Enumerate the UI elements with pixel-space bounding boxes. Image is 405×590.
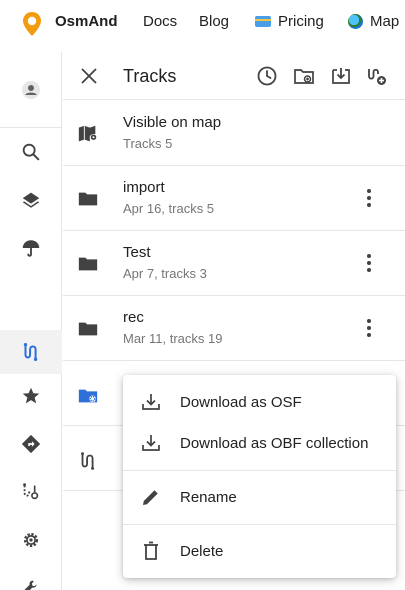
more-options-icon[interactable] <box>359 251 379 275</box>
account-icon <box>22 81 40 99</box>
folder-icon <box>78 322 98 336</box>
close-icon[interactable] <box>77 64 101 88</box>
sidebar-item-navigation[interactable] <box>0 422 62 466</box>
sidebar-account-button[interactable] <box>0 68 62 112</box>
list-item-title: import <box>123 179 165 196</box>
sidebar-item-weather[interactable] <box>0 226 62 270</box>
list-item-folder-rec[interactable]: rec Mar 11, tracks 19 <box>63 296 405 361</box>
favorites-star-icon <box>22 387 40 404</box>
sidebar-item-layers[interactable] <box>0 178 62 222</box>
sidebar-item-favorites[interactable] <box>0 374 62 418</box>
list-item-subtitle: Tracks 5 <box>123 136 173 151</box>
tracks-route-icon <box>23 343 38 361</box>
map-visible-icon <box>78 125 98 142</box>
folder-add-icon[interactable] <box>292 64 316 88</box>
nav-link-pricing[interactable]: Pricing <box>255 13 324 30</box>
sidebar-item-settings[interactable] <box>0 518 62 562</box>
folder-context-menu: Download as OSF Download as OBF collecti… <box>123 375 396 578</box>
list-item-subtitle: Mar 11, tracks 19 <box>123 331 223 346</box>
sidebar-item-tracks[interactable] <box>0 330 62 374</box>
list-item-folder-test[interactable]: Test Apr 7, tracks 3 <box>63 231 405 296</box>
nav-link-map[interactable]: Map <box>348 13 399 30</box>
pencil-icon <box>143 490 158 505</box>
more-options-icon[interactable] <box>359 186 379 210</box>
layers-icon <box>22 192 40 208</box>
osmand-logo-icon[interactable] <box>22 11 42 37</box>
sidebar-item-search[interactable] <box>0 130 62 174</box>
settings-gear-icon <box>23 532 39 548</box>
menu-item-label: Download as OBF collection <box>180 434 369 452</box>
list-item-subtitle: Apr 16, tracks 5 <box>123 201 215 216</box>
globe-icon <box>348 14 363 29</box>
create-track-icon[interactable] <box>365 64 389 88</box>
nav-link-blog[interactable]: Blog <box>199 13 229 30</box>
weather-umbrella-icon <box>22 240 40 257</box>
trash-icon <box>144 541 158 560</box>
panel-header: Tracks <box>63 52 405 100</box>
menu-item-download-obf[interactable]: Download as OBF collection <box>123 419 396 467</box>
sidebar-item-tools[interactable] <box>0 566 62 590</box>
menu-item-label: Download as OSF <box>180 393 302 411</box>
list-item-title: rec <box>123 309 144 326</box>
search-icon <box>22 143 40 161</box>
download-icon <box>142 394 160 410</box>
brand-name[interactable]: OsmAnd <box>55 13 118 30</box>
tools-wrench-icon <box>24 580 37 590</box>
folder-settings-icon <box>78 389 98 403</box>
history-clock-icon[interactable] <box>255 64 279 88</box>
list-item-visible-on-map[interactable]: Visible on map Tracks 5 <box>63 101 405 166</box>
track-icon <box>81 452 95 470</box>
menu-item-label: Delete <box>180 542 224 560</box>
top-nav: OsmAnd Docs Blog Pricing Map <box>0 0 405 46</box>
list-item-title: Test <box>123 244 151 261</box>
nav-map-label: Map <box>370 13 400 30</box>
menu-divider <box>123 470 396 471</box>
sidebar-item-planning[interactable] <box>0 470 62 514</box>
import-download-icon[interactable] <box>329 64 353 88</box>
planning-route-icon <box>23 483 39 500</box>
menu-divider <box>123 524 396 525</box>
more-options-icon[interactable] <box>359 316 379 340</box>
menu-item-delete[interactable]: Delete <box>123 527 396 575</box>
credit-card-icon <box>255 16 271 27</box>
panel-title: Tracks <box>123 66 177 86</box>
list-item-subtitle: Apr 7, tracks 3 <box>123 266 207 281</box>
list-item-folder-import[interactable]: import Apr 16, tracks 5 <box>63 166 405 231</box>
folder-icon <box>78 257 98 271</box>
menu-item-rename[interactable]: Rename <box>123 473 396 521</box>
folder-icon <box>78 192 98 206</box>
navigation-directions-icon <box>21 434 41 454</box>
sidebar-divider <box>0 127 62 128</box>
nav-link-docs[interactable]: Docs <box>143 13 177 30</box>
menu-item-label: Rename <box>180 488 237 506</box>
download-icon <box>142 435 160 451</box>
sidebar <box>0 52 62 590</box>
list-item-title: Visible on map <box>123 114 222 131</box>
nav-pricing-label: Pricing <box>278 13 324 30</box>
